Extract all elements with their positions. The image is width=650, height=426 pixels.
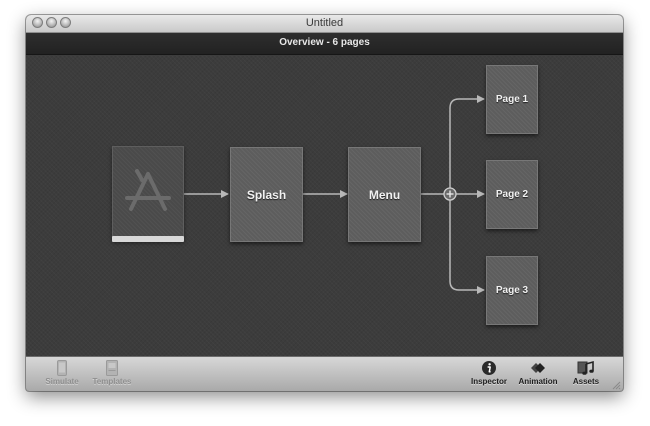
page-card-label: Page 2 [495,189,529,200]
page-card-label: Page 3 [495,285,529,296]
music-note-icon [577,360,594,375]
app-store-icon [125,169,171,211]
window-title: Untitled [305,17,344,29]
device-icon [57,360,67,376]
simulate-button[interactable]: Simulate [43,360,81,386]
app-progress-bar [112,236,184,242]
animation-icon [531,363,545,373]
page-card-label: Page 1 [495,94,529,105]
templates-button[interactable]: Templates [90,360,134,386]
arrow-branch-to-page1 [449,95,485,188]
app-progress-fill [113,237,183,241]
page-card-menu[interactable]: Menu [348,147,421,242]
overview-title: Overview - 6 pages [279,37,370,48]
plus-icon [443,187,457,201]
arrow-branch-to-page3 [449,200,485,294]
animation-button[interactable]: Animation [516,360,560,386]
page-card-page-3[interactable]: Page 3 [486,256,538,325]
templates-label: Templates [92,377,132,386]
page-card-page-2[interactable]: Page 2 [486,160,538,229]
simulate-label: Simulate [45,377,79,386]
template-icon [106,360,118,376]
title-bar[interactable]: Untitled [26,15,623,33]
page-card-splash[interactable]: Splash [230,147,303,242]
bottom-toolbar: Simulate Templates Inspector Animation A… [26,356,623,391]
page-card-page-1[interactable]: Page 1 [486,65,538,134]
assets-button[interactable]: Assets [571,360,601,386]
app-window: Untitled Overview - 6 pages Splash Menu … [26,15,623,391]
page-card-label: Menu [368,187,401,202]
app-launch-card[interactable] [112,146,184,241]
page-card-label: Splash [246,187,287,202]
flow-canvas[interactable]: Splash Menu Page 1 Page 2 Page 3 [26,55,623,356]
info-icon [482,361,496,375]
inspector-button[interactable]: Inspector [469,360,509,386]
assets-label: Assets [572,377,600,386]
animation-label: Animation [518,377,558,386]
inspector-label: Inspector [470,377,507,386]
resize-grip[interactable] [611,380,621,390]
overview-header: Overview - 6 pages [26,33,623,55]
